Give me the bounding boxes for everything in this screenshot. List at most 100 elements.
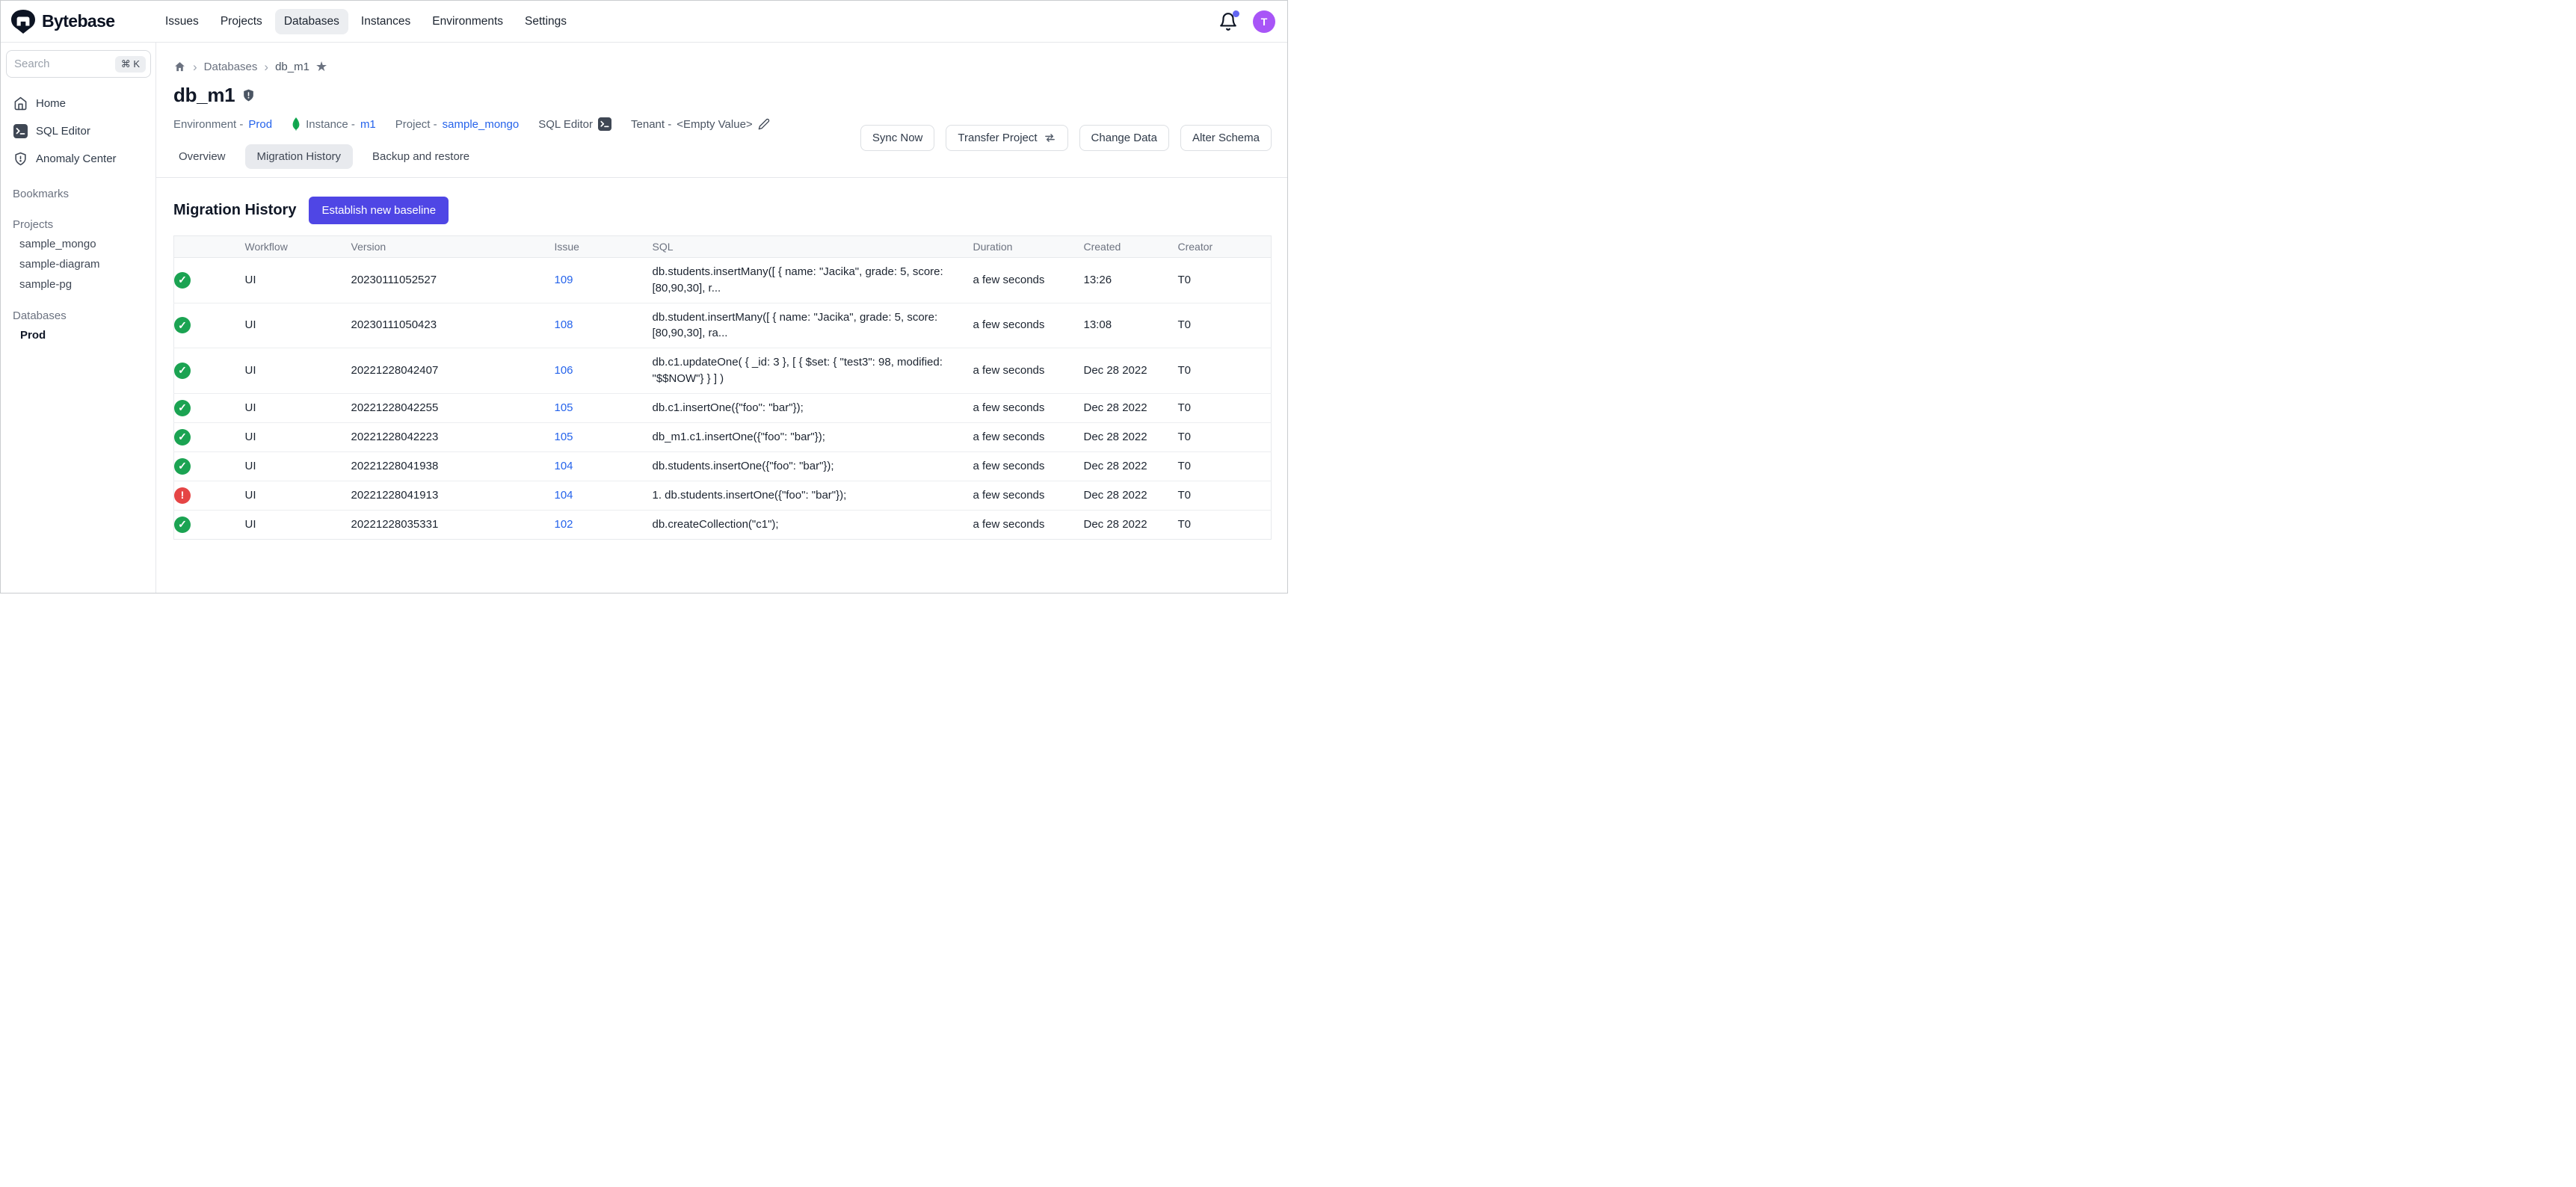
created-cell: Dec 28 2022 [1084,481,1178,510]
brand-name: Bytebase [42,11,114,31]
bookmark-star-icon[interactable]: ★ [315,59,327,75]
creator-cell: T0 [1178,393,1272,422]
breadcrumb: › Databases › db_m1 ★ [156,43,1287,75]
terminal-icon [598,117,611,131]
issue-link[interactable]: 105 [555,431,573,443]
issue-link[interactable]: 104 [555,489,573,502]
sidebar-item-home[interactable]: Home [1,90,155,117]
instance-label: Instance - [306,118,355,131]
issue-link[interactable]: 102 [555,518,573,531]
sidebar-section-projects: Projects [1,215,155,234]
breadcrumb-home-icon[interactable] [173,61,186,73]
duration-cell: a few seconds [973,510,1084,539]
chevron-right-icon: › [264,61,268,73]
created-cell: 13:08 [1084,303,1178,348]
status-icon [174,363,191,379]
sidebar-project-sample-diagram[interactable]: sample-diagram [1,254,155,274]
nav-right: T [1218,10,1275,33]
duration-cell: a few seconds [973,258,1084,303]
edit-pencil-icon[interactable] [758,118,770,130]
duration-cell: a few seconds [973,422,1084,451]
creator-cell: T0 [1178,258,1272,303]
workflow-cell: UI [245,422,351,451]
sidebar-item-sql-editor[interactable]: SQL Editor [1,117,155,145]
table-row: UI 20221228042223 105 db_m1.c1.insertOne… [174,422,1272,451]
workflow-cell: UI [245,510,351,539]
created-cell: Dec 28 2022 [1084,422,1178,451]
nav-item-issues[interactable]: Issues [156,9,208,34]
transfer-project-button[interactable]: Transfer Project [946,125,1067,151]
issue-link[interactable]: 106 [555,364,573,377]
workflow-cell: UI [245,393,351,422]
creator-cell: T0 [1178,303,1272,348]
main-nav: Issues Projects Databases Instances Envi… [156,9,576,34]
table-header-row: Workflow Version Issue SQL Duration Crea… [174,236,1272,258]
avatar[interactable]: T [1253,10,1275,33]
alter-schema-button[interactable]: Alter Schema [1180,125,1272,151]
duration-cell: a few seconds [973,451,1084,481]
nav-item-databases[interactable]: Databases [275,9,348,34]
nav-item-projects[interactable]: Projects [212,9,271,34]
page-title: db_m1 [173,84,235,107]
creator-cell: T0 [1178,451,1272,481]
search-box: ⌘ K [6,50,151,78]
table-row: UI 20221228042407 106 db.c1.updateOne( {… [174,348,1272,394]
change-data-button[interactable]: Change Data [1079,125,1169,151]
sql-cell: db.students.insertMany([ { name: "Jacika… [653,258,973,303]
instance-link[interactable]: m1 [360,118,376,131]
project-link[interactable]: sample_mongo [443,118,520,131]
sql-editor-label: SQL Editor [538,118,593,131]
shield-alert-icon [13,152,28,166]
table-row: UI 20230111050423 108 db.student.insertM… [174,303,1272,348]
notification-bell-icon[interactable] [1218,12,1238,31]
sql-cell: db.c1.updateOne( { _id: 3 }, [ { $set: {… [653,348,973,394]
sidebar-database-prod[interactable]: Prod [1,325,155,345]
tab-overview[interactable]: Overview [167,144,238,169]
sidebar-item-anomaly-center[interactable]: Anomaly Center [1,145,155,173]
brand-home-link[interactable]: Bytebase [10,8,156,35]
created-cell: Dec 28 2022 [1084,348,1178,394]
notification-dot [1233,10,1239,17]
tenant-label: Tenant - [631,118,671,131]
tab-migration-history[interactable]: Migration History [245,144,354,169]
bytebase-app: Bytebase Issues Projects Databases Insta… [0,0,1288,594]
sql-cell: db.createCollection("c1"); [653,510,973,539]
swap-arrows-icon [1044,132,1056,144]
status-icon [174,272,191,289]
sidebar-project-sample-pg[interactable]: sample-pg [1,274,155,295]
meta-instance: Instance - m1 [292,117,376,131]
top-navbar: Bytebase Issues Projects Databases Insta… [1,1,1287,43]
tab-backup-and-restore[interactable]: Backup and restore [360,144,481,169]
breadcrumb-current: db_m1 [275,61,309,73]
nav-item-instances[interactable]: Instances [352,9,419,34]
issue-link[interactable]: 109 [555,274,573,286]
workflow-cell: UI [245,348,351,394]
status-icon [174,317,191,333]
version-cell: 20221228042407 [351,348,555,394]
issue-link[interactable]: 105 [555,401,573,414]
establish-baseline-button[interactable]: Establish new baseline [309,197,449,224]
sidebar-project-sample-mongo[interactable]: sample_mongo [1,234,155,254]
sync-now-button[interactable]: Sync Now [860,125,935,151]
created-cell: 13:26 [1084,258,1178,303]
meta-sql-editor[interactable]: SQL Editor [538,117,611,131]
column-version: Version [351,236,555,258]
search-input[interactable] [14,58,115,70]
migration-history-section: Migration History Establish new baseline… [156,178,1287,540]
nav-item-environments[interactable]: Environments [423,9,512,34]
breadcrumb-databases[interactable]: Databases [204,61,258,73]
column-created: Created [1084,236,1178,258]
sql-cell: db_m1.c1.insertOne({"foo": "bar"}); [653,422,973,451]
issue-link[interactable]: 108 [555,318,573,331]
created-cell: Dec 28 2022 [1084,393,1178,422]
creator-cell: T0 [1178,510,1272,539]
nav-item-settings[interactable]: Settings [516,9,576,34]
sidebar-item-label: SQL Editor [36,125,90,138]
section-title: Migration History [173,202,296,219]
environment-link[interactable]: Prod [248,118,272,131]
table-row: UI 20230111052527 109 db.students.insert… [174,258,1272,303]
workflow-cell: UI [245,303,351,348]
page-actions: Sync Now Transfer Project Change Data Al… [860,125,1272,151]
issue-link[interactable]: 104 [555,460,573,472]
sidebar: ⌘ K Home SQL Editor [1,43,156,593]
